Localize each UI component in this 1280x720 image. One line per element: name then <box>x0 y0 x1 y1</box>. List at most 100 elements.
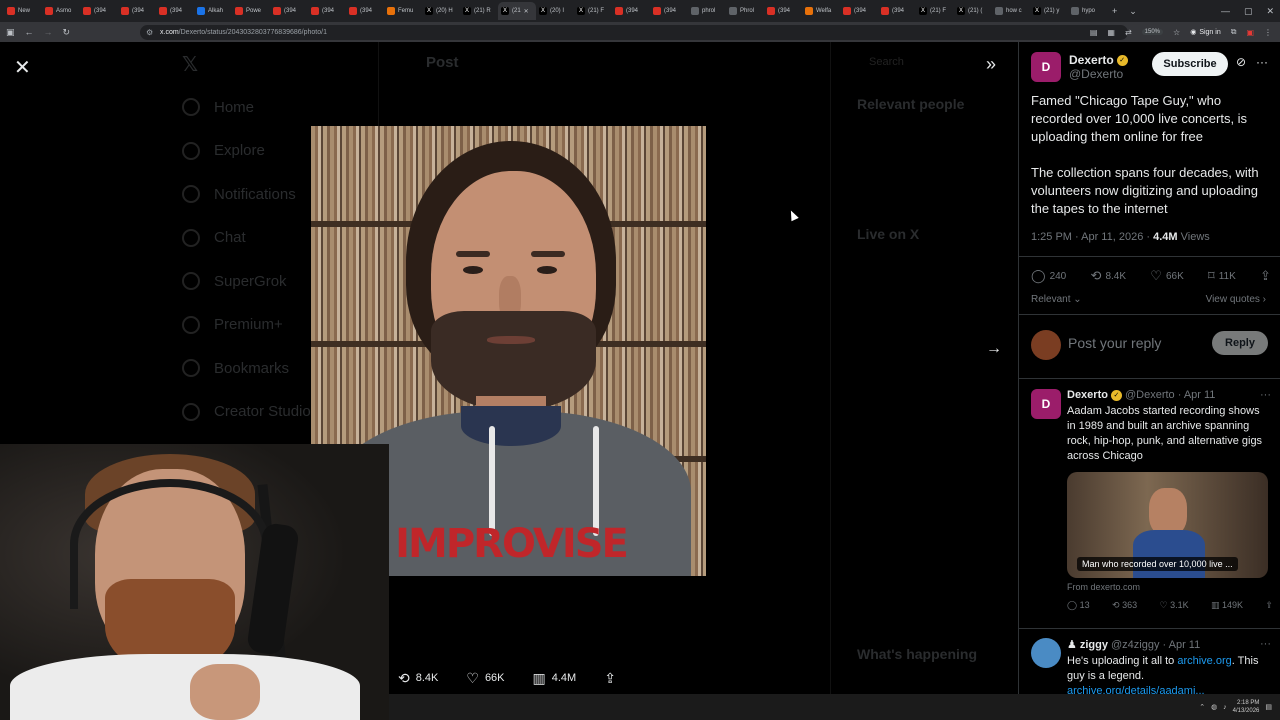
browser-tab[interactable]: New <box>4 2 42 20</box>
media-retweet-button[interactable]: ⟲ 8.4K <box>398 670 438 687</box>
notifications-icon[interactable]: ▤ <box>1265 703 1272 711</box>
sort-replies-dropdown[interactable]: Relevant ⌄ <box>1031 294 1082 305</box>
archive-link[interactable]: archive.org <box>1177 655 1231 667</box>
reply-item[interactable]: D Dexerto ✓ @Dexerto · Apr 11 ··· Aadam … <box>1031 389 1273 611</box>
sign-in-button[interactable]: ◉ Sign in <box>1190 28 1221 37</box>
reply-retweet-button[interactable]: ⟲ 363 <box>1112 600 1137 611</box>
author-avatar[interactable]: D <box>1031 52 1061 82</box>
view-quotes-link[interactable]: View quotes › <box>1206 294 1266 305</box>
forward-button[interactable]: → <box>44 27 53 37</box>
browser-tab[interactable]: Asmo <box>42 2 80 20</box>
maximize-button[interactable]: ▢ <box>1244 6 1253 17</box>
reply-author-avatar[interactable]: D <box>1031 389 1061 419</box>
browser-tab[interactable]: X (21) y <box>1030 2 1068 20</box>
close-window-button[interactable]: ✕ <box>1266 6 1274 17</box>
reply-share-button[interactable]: ⇪ <box>1265 600 1273 611</box>
sidebar-toggle-icon[interactable]: ▣ <box>6 27 15 38</box>
more-options-icon[interactable]: ··· <box>1256 55 1268 69</box>
author-name[interactable]: Dexerto <box>1069 53 1114 67</box>
browser-tab[interactable]: (394 <box>612 2 650 20</box>
reply-author-name[interactable]: ziggy <box>1080 639 1108 651</box>
post-timestamp[interactable]: 1:25 PM · Apr 11, 2026 · <box>1031 231 1153 243</box>
system-clock[interactable]: 2:18 PM 4/13/2026 <box>1233 699 1260 715</box>
reply-like-button[interactable]: ♡ 3.1K <box>1159 600 1188 611</box>
browser-tab[interactable]: (394 <box>650 2 688 20</box>
volume-icon[interactable]: ♪ <box>1223 704 1227 711</box>
grok-icon[interactable]: ⊘ <box>1236 55 1246 69</box>
browser-tab[interactable]: X (21) R <box>460 2 498 20</box>
ziggy-avatar[interactable] <box>1031 638 1061 668</box>
reply-more-icon[interactable]: ··· <box>1260 389 1271 401</box>
browser-tab[interactable]: hypo <box>1068 2 1106 20</box>
retweet-action-button[interactable]: ⟲ 8.4K <box>1091 268 1126 284</box>
media-views-button[interactable]: ▥ 4.4M <box>533 670 577 687</box>
browser-tab[interactable]: how c <box>992 2 1030 20</box>
media-share-button[interactable]: ⇪ <box>604 670 616 687</box>
browser-tab[interactable]: phrol <box>688 2 726 20</box>
extension-badge-icon[interactable]: ▣ <box>1246 28 1254 37</box>
reply-author-name[interactable]: Dexerto <box>1067 389 1108 401</box>
browser-tab[interactable]: X (20) I <box>536 2 574 20</box>
back-button[interactable]: ← <box>25 27 34 37</box>
close-media-button[interactable]: ✕ <box>14 55 31 80</box>
browser-tab[interactable]: (394 <box>346 2 384 20</box>
network-icon[interactable]: ◍ <box>1211 703 1217 711</box>
current-user-avatar[interactable] <box>1031 330 1061 360</box>
reply-more-icon[interactable]: ··· <box>1260 638 1271 650</box>
browser-tab[interactable]: X (21) F <box>574 2 612 20</box>
tab-search-icon[interactable]: ⌄ <box>1123 6 1143 17</box>
browser-tab[interactable]: Alkah <box>194 2 232 20</box>
extensions-icon[interactable]: ⧉ <box>1231 27 1237 37</box>
link-card-source[interactable]: From dexerto.com <box>1067 582 1271 592</box>
browser-tab[interactable]: (394 <box>840 2 878 20</box>
reply-item[interactable]: ♟ ziggy @z4ziggy · Apr 11 ··· He's uploa… <box>1031 638 1271 694</box>
browser-tab[interactable]: (394 <box>80 2 118 20</box>
browser-tab[interactable]: Welfa <box>802 2 840 20</box>
minimize-button[interactable]: — <box>1221 6 1230 16</box>
reply-views-button[interactable]: ▥ 149K <box>1211 600 1243 611</box>
reload-button[interactable]: ↻ <box>63 27 71 38</box>
reply-author-handle[interactable]: @Dexerto · Apr 11 <box>1125 389 1215 401</box>
reply-author-handle[interactable]: @z4ziggy · Apr 11 <box>1111 639 1200 651</box>
bookmark-action-button[interactable]: ⌑ 11K <box>1208 268 1236 284</box>
browser-tab[interactable]: X (21 ✕ <box>498 2 536 20</box>
browser-menu-icon[interactable]: ⋮ <box>1264 28 1272 37</box>
collapse-panel-icon[interactable]: » <box>986 54 996 75</box>
like-action-button[interactable]: ♡ 66K <box>1150 268 1183 284</box>
tray-chevron-icon[interactable]: ⌃ <box>1199 703 1205 711</box>
browser-tab[interactable]: X (21) F <box>916 2 954 20</box>
subscribe-button[interactable]: Subscribe <box>1152 52 1228 76</box>
archive-details-link[interactable]: archive.org/details/aadami... <box>1067 685 1205 694</box>
browser-tab[interactable]: (394 <box>878 2 916 20</box>
reply-button[interactable]: Reply <box>1212 331 1268 355</box>
install-app-icon[interactable]: ▤ <box>1090 28 1098 37</box>
browser-tab[interactable]: Phrol <box>726 2 764 20</box>
new-tab-button[interactable]: + <box>1106 6 1123 16</box>
post-author[interactable]: D Dexerto ✓ @Dexerto <box>1031 52 1128 82</box>
close-tab-icon[interactable]: ✕ <box>524 8 529 15</box>
zoom-indicator[interactable]: 150% <box>1141 29 1164 35</box>
address-bar[interactable]: ⚙ x.com/Dexerto/status/20430328037768396… <box>140 24 1128 40</box>
browser-tab[interactable]: (394 <box>308 2 346 20</box>
browser-tab[interactable]: (394 <box>270 2 308 20</box>
next-media-arrow-icon[interactable]: → <box>986 340 1002 358</box>
browser-tab[interactable]: Femu <box>384 2 422 20</box>
tab-label: (394 <box>132 8 145 14</box>
reply-action-button[interactable]: ◯ 240 <box>1031 268 1066 284</box>
translate-icon[interactable]: ⇄ <box>1125 28 1132 37</box>
browser-tab[interactable]: X (21) ( <box>954 2 992 20</box>
bookmark-star-icon[interactable]: ☆ <box>1173 28 1180 37</box>
browser-tab[interactable]: Powe <box>232 2 270 20</box>
site-info-icon[interactable]: ⚙ <box>146 28 153 37</box>
reply-input[interactable]: Post your reply <box>1068 335 1161 351</box>
browser-tab[interactable]: X (20) H <box>422 2 460 20</box>
link-card[interactable]: Man who recorded over 10,000 live ... <box>1067 472 1268 578</box>
media-like-button[interactable]: ♡ 66K <box>466 670 504 687</box>
screenshot-icon[interactable]: ▦ <box>1107 28 1115 37</box>
author-handle[interactable]: @Dexerto <box>1069 67 1128 81</box>
share-action-button[interactable]: ⇪ <box>1260 268 1271 284</box>
reply-comment-button[interactable]: ◯ 13 <box>1067 600 1090 611</box>
browser-tab[interactable]: (394 <box>118 2 156 20</box>
browser-tab[interactable]: (394 <box>764 2 802 20</box>
browser-tab[interactable]: (394 <box>156 2 194 20</box>
